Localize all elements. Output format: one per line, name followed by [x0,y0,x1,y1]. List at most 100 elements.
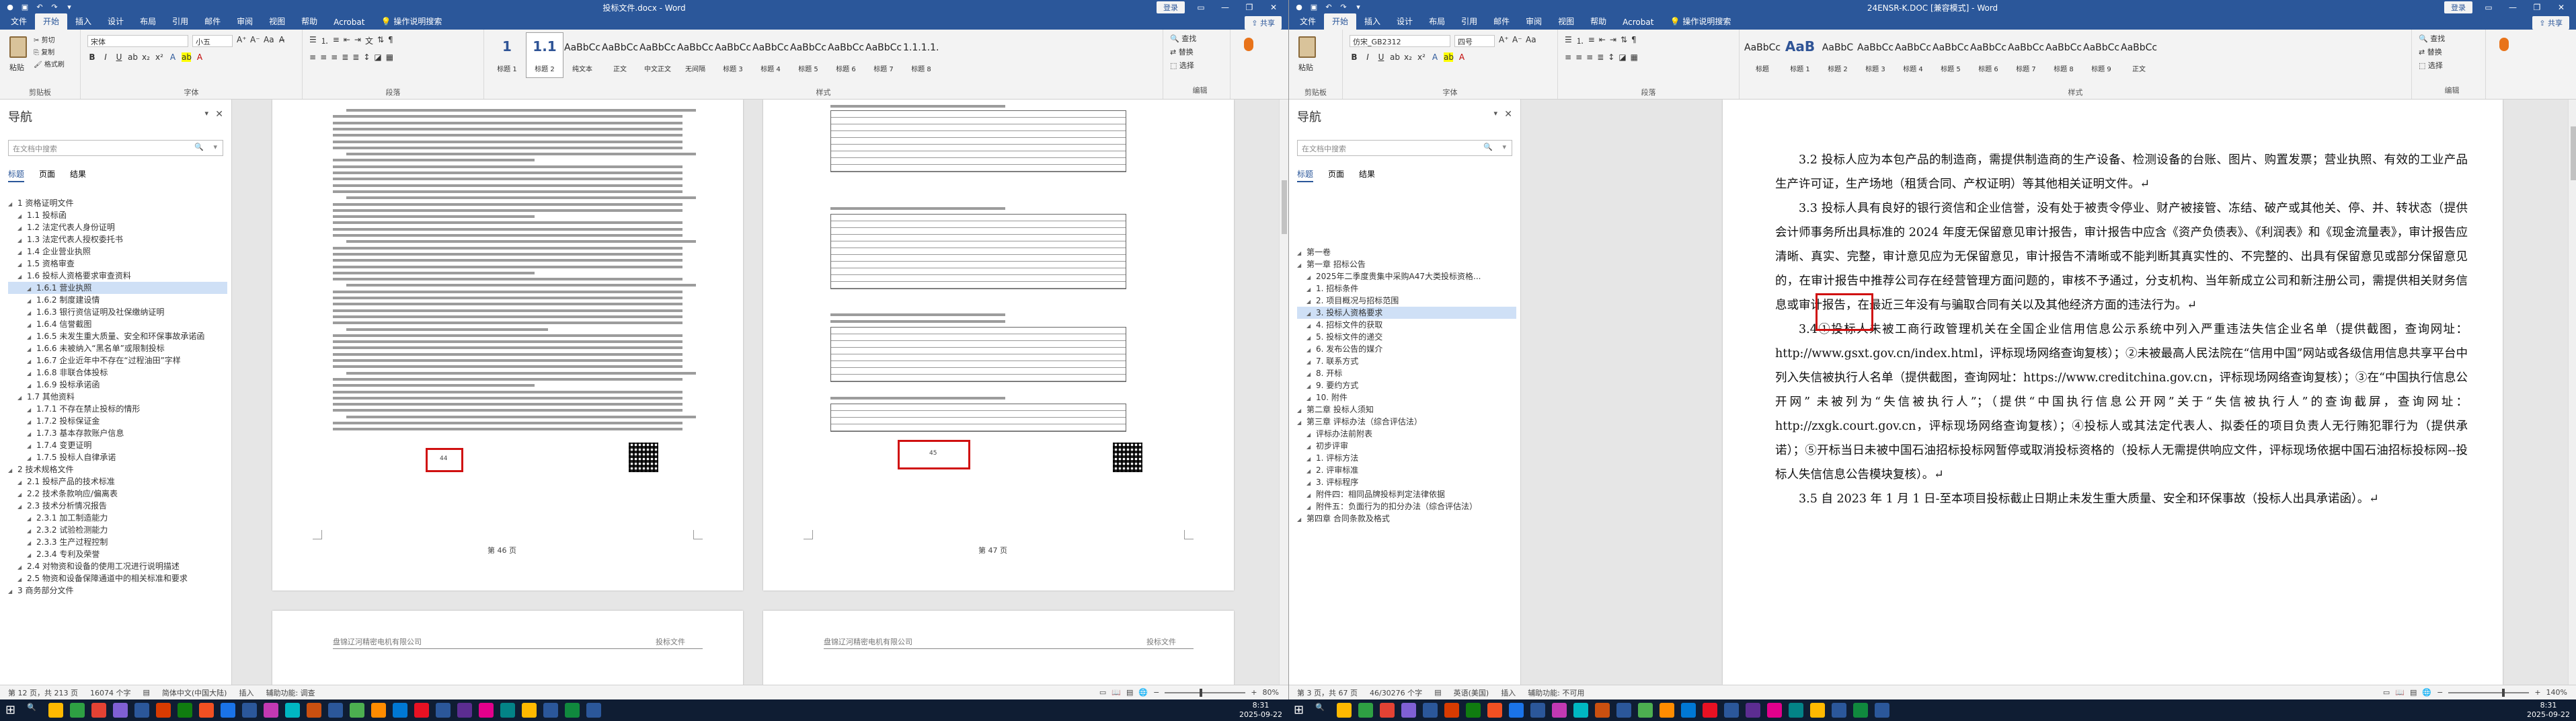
tab-insert[interactable]: 插入 [67,13,100,30]
collapse-icon[interactable]: ◢ [1306,465,1316,476]
login-button[interactable]: 登录 [2444,1,2472,13]
zoom-out-icon[interactable]: − [2437,688,2443,697]
borders-icon[interactable]: ▦ [386,52,393,62]
taskbar-app-icon[interactable] [285,703,300,718]
nav-heading-item[interactable]: ◢ 2.3 技术分析情况报告 [8,500,227,512]
nav-heading-item[interactable]: ◢ 第一卷 [1297,246,1516,258]
align-left-icon[interactable]: ≡ [309,52,316,62]
collapse-icon[interactable]: ◢ [27,404,36,415]
zoom-level[interactable]: 140% [2546,688,2567,697]
focus-icon[interactable]: ▭ [1099,688,1106,697]
style-item[interactable]: AaBbCc 正文 [2120,32,2158,78]
nav-tab-headings[interactable]: 标题 [1297,168,1314,182]
nav-heading-item[interactable]: ◢ 第四章 合同条款及格式 [1297,513,1516,525]
replace-button[interactable]: ⇄ 替换 [2412,46,2485,59]
proofing-icon[interactable]: ▤ [1434,688,1441,697]
tab-design[interactable]: 设计 [1389,13,1421,30]
numbering-icon[interactable]: ⒈ [321,35,329,46]
addin-icon[interactable] [2499,38,2509,51]
bold-icon[interactable]: B [1350,52,1359,62]
underline-icon[interactable]: U [114,52,124,62]
sort-icon[interactable]: ⇅ [1621,35,1627,46]
italic-icon[interactable]: I [101,52,110,62]
collapse-icon[interactable]: ◢ [1306,308,1316,319]
nav-heading-item[interactable]: ◢ 1.6.6 未被纳入“黑名单”或限制投标 [8,342,227,354]
minimize-icon[interactable]: — [1217,3,1233,12]
collapse-icon[interactable]: ◢ [27,549,36,560]
zoom-slider[interactable] [2448,688,2530,697]
collapse-icon[interactable]: ◢ [17,574,27,584]
chinese-layout-icon[interactable]: 文 [365,35,373,46]
align-right-icon[interactable]: ≡ [331,52,338,62]
taskbar-app-icon[interactable] [1724,703,1739,718]
collapse-icon[interactable]: ◢ [1306,296,1316,307]
login-button[interactable]: 登录 [1157,1,1185,13]
nav-heading-item[interactable]: ◢ 1. 招标条件 [1297,282,1516,295]
web-layout-icon[interactable]: 🌐 [1138,688,1148,697]
taskbar-app-icon[interactable] [1746,703,1760,718]
bullets-icon[interactable]: ☰ [1565,35,1572,46]
underline-icon[interactable]: U [1376,52,1386,62]
taskbar-app-icon[interactable] [479,703,494,718]
nav-heading-item[interactable]: ◢ 1.7 其他资料 [8,391,227,403]
distributed-icon[interactable]: ≣ [352,52,359,62]
taskbar-app-icon[interactable] [1509,703,1524,718]
align-right-icon[interactable]: ≡ [1586,52,1593,62]
collapse-icon[interactable]: ◢ [1306,429,1316,440]
find-button[interactable]: 🔍 查找 [2412,32,2485,46]
zoom-in-icon[interactable]: + [2534,688,2540,697]
taskbar-app-icon[interactable] [1444,703,1459,718]
collapse-icon[interactable]: ◢ [1306,490,1316,500]
page-count[interactable]: 第 3 页，共 67 页 [1297,687,1358,698]
taskbar-app-icon[interactable] [199,703,214,718]
start-icon[interactable]: ⊞ [1294,703,1309,718]
scrollbar-thumb[interactable] [2571,126,2576,180]
taskbar-app-icon[interactable] [1380,703,1395,718]
taskbar-app-icon[interactable] [1616,703,1631,718]
nav-heading-item[interactable]: ◢ 1.7.2 投标保证金 [8,415,227,427]
redo-icon[interactable]: ↷ [1339,3,1348,11]
collapse-icon[interactable]: ◢ [27,416,36,427]
web-layout-icon[interactable]: 🌐 [2422,688,2431,697]
collapse-icon[interactable]: ◢ [1297,405,1306,416]
share-button[interactable]: ⇪ 共享 [2532,16,2569,30]
taskbar-app-icon[interactable] [543,703,558,718]
taskbar-app-icon[interactable] [350,703,364,718]
taskbar-clock-right[interactable]: 8:31 2025-09-22 [2525,701,2572,720]
collapse-icon[interactable]: ◢ [1306,502,1316,513]
insert-mode[interactable]: 插入 [1501,687,1516,698]
highlight-icon[interactable]: ab [1444,52,1454,62]
search-icon[interactable]: 🔍 [1315,703,1330,718]
change-case-icon[interactable]: Aa [1526,35,1536,44]
vertical-scrollbar[interactable] [2568,100,2576,685]
search-dropdown-icon[interactable]: ▾ [213,143,217,151]
collapse-icon[interactable]: ◢ [17,211,27,221]
tab-view[interactable]: 视图 [261,13,293,30]
nav-heading-item[interactable]: ◢ 1.6.9 投标承诺函 [8,379,227,391]
style-item[interactable]: 1.1 标题 2 [526,32,563,78]
nav-search-input[interactable]: 在文档中搜索 🔍 ▾ [8,140,223,156]
italic-icon[interactable]: I [1363,52,1372,62]
collapse-icon[interactable]: ◢ [27,441,36,451]
style-item[interactable]: AaBbCcD 标题 8 [2045,32,2082,78]
accessibility-status[interactable]: 辅助功能: 不可用 [1528,687,1584,698]
nav-heading-item[interactable]: ◢ 1 资格证明文件 [8,197,227,209]
taskbar-app-icon[interactable] [1487,703,1502,718]
taskbar-app-icon[interactable] [1466,703,1481,718]
taskbar-app-icon[interactable] [156,703,171,718]
tab-acrobat[interactable]: Acrobat [325,15,373,30]
taskbar-app-icon[interactable] [91,703,106,718]
multilevel-list-icon[interactable]: ≡ [333,35,340,46]
nav-heading-item[interactable]: ◢ 2.3.3 生产过程控制 [8,536,227,548]
style-item[interactable]: AaB 标题 1 [1781,32,1819,78]
nav-heading-item[interactable]: ◢ 9. 要约方式 [1297,379,1516,391]
nav-heading-item[interactable]: ◢ 1.6 投标人资格要求审查资料 [8,270,227,282]
tell-me-search[interactable]: 💡 操作说明搜索 [373,13,450,30]
ribbon-display-icon[interactable]: ▭ [1193,3,1209,12]
style-item[interactable]: AaBbCcD 标题 9 [2082,32,2120,78]
nav-heading-item[interactable]: ◢ 附件五：负面行为的扣分办法（综合评估法） [1297,500,1516,513]
autosave-icon[interactable]: ● [5,3,15,11]
collapse-icon[interactable]: ◢ [27,307,36,318]
shrink-font-icon[interactable]: A⁻ [250,35,260,44]
nav-heading-item[interactable]: ◢ 1.3 法定代表人授权委托书 [8,233,227,245]
